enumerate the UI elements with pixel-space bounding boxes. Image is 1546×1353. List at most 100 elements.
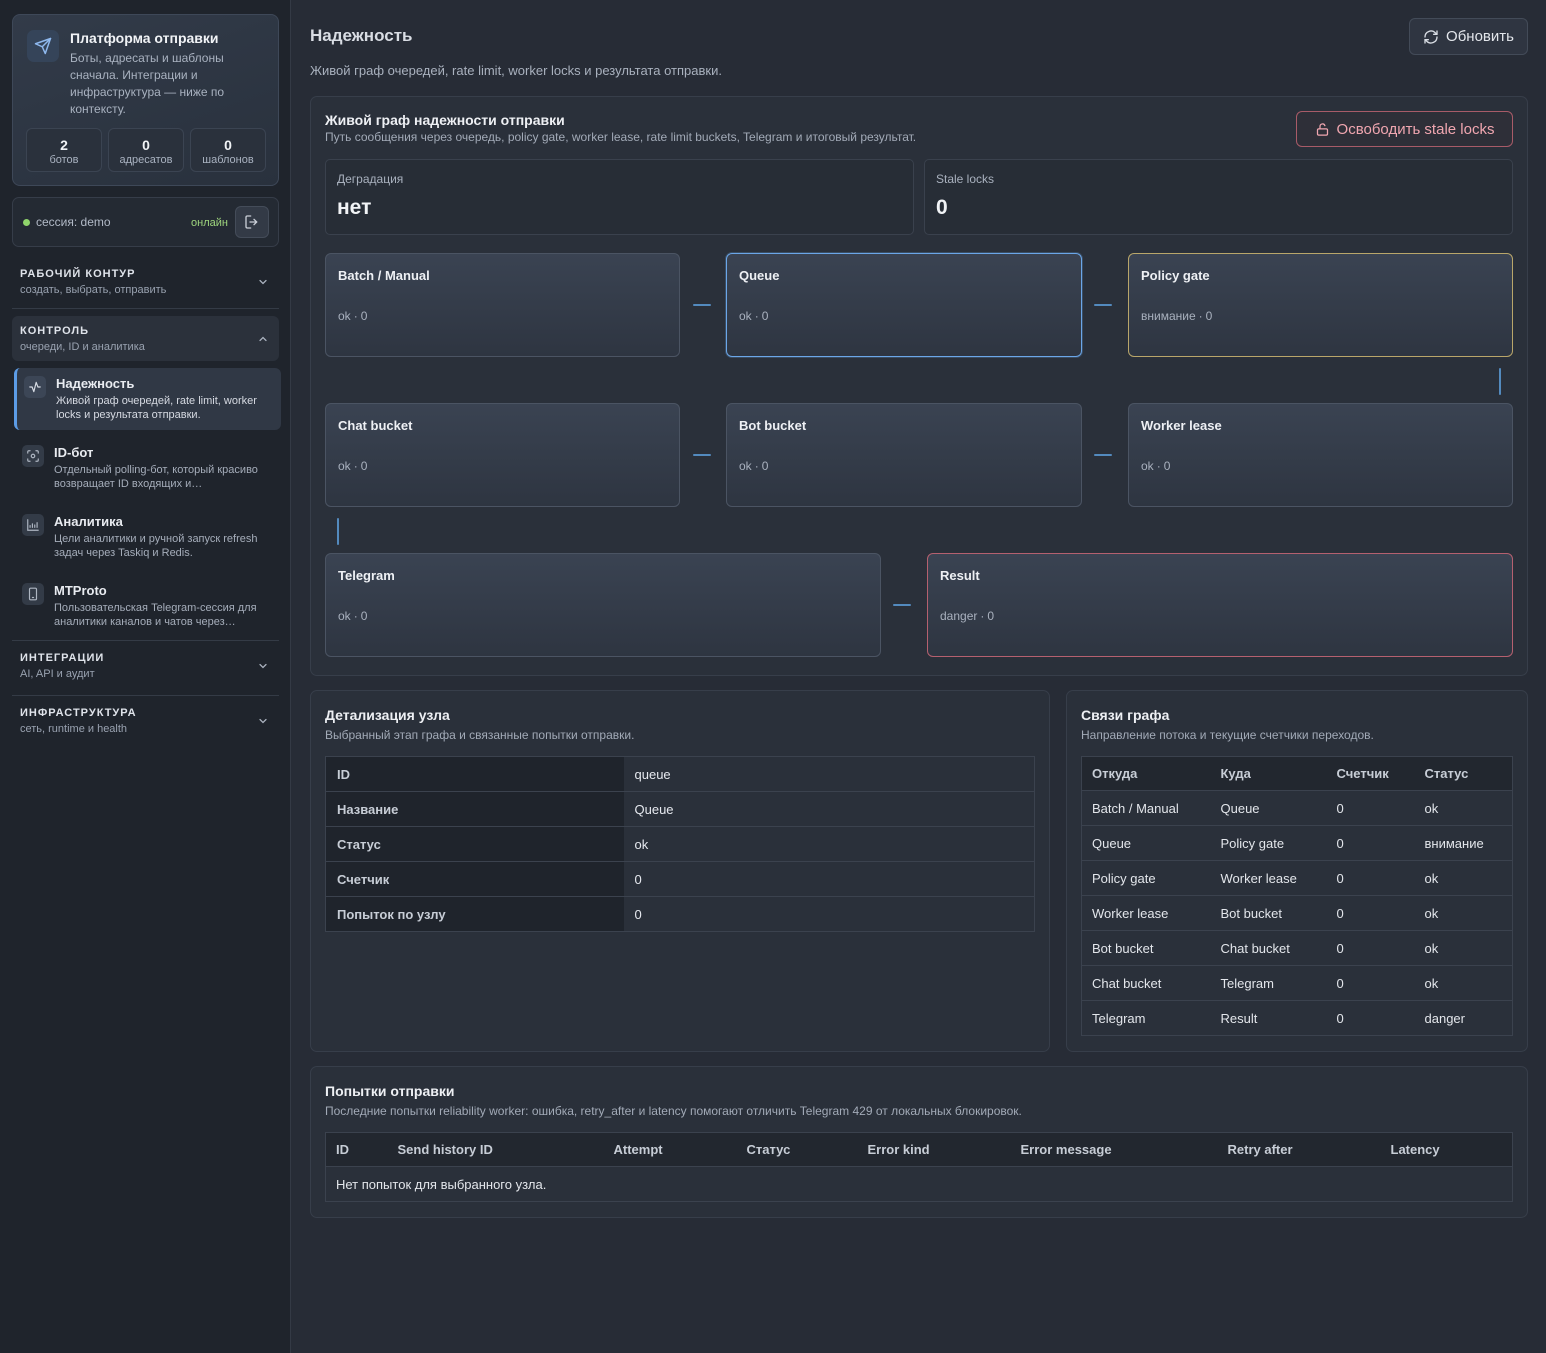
divider [12,640,279,641]
cell: ok [1414,965,1513,1001]
chart-icon [22,514,44,536]
nav-group-integrations[interactable]: ИНТЕГРАЦИИ AI, API и аудит [12,652,279,686]
sidebar-item-reliability[interactable]: Надежность Живой граф очередей, rate lim… [14,368,281,430]
node-detail-panel: Детализация узла Выбранный этап графа и … [310,690,1050,1052]
nav-group-workflow[interactable]: РАБОЧИЙ КОНТУР создать, выбрать, отправи… [12,268,279,302]
chevron-up-icon [259,336,267,342]
graph-node-batch[interactable]: Batch / Manual ok · 0 [325,253,680,357]
scan-icon [22,445,44,467]
table-header-row: Откуда Куда Счетчик Статус [1081,756,1513,791]
brand-description: Боты, адресаты и шаблоны сначала. Интегр… [70,51,225,116]
cell: Policy gate [1210,825,1327,861]
sidebar-item-mtproto[interactable]: MTProto Пользовательская Telegram-сессия… [14,575,281,637]
nav-group-title: КОНТРОЛЬ [20,325,90,337]
stat-templates[interactable]: 0 шаблонов [190,128,266,172]
node-title: Chat bucket [338,418,413,433]
stat-recipients[interactable]: 0 адресатов [108,128,184,172]
table-row: Chat bucket Telegram 0 ok [1081,965,1513,1001]
metric-degradation: Деградация нет [325,159,914,235]
stat-label: шаблонов [202,154,254,166]
table-row: Попыток по узлу 0 [325,896,1035,932]
table-row: Queue Policy gate 0 внимание [1081,825,1513,861]
graph-edge [1499,368,1501,395]
chevron-down-icon [259,718,267,724]
activity-icon [24,376,46,398]
graph-edge [693,454,711,456]
nav-group-control[interactable]: КОНТРОЛЬ очереди, ID и аналитика [12,316,279,361]
sidebar-item-title: ID-бот [54,445,94,460]
node-title: Telegram [338,568,395,583]
cell: Batch / Manual [1081,790,1211,826]
panel-title: Живой граф надежности отправки [325,112,565,128]
release-label: Освободить stale locks [1336,120,1495,138]
cell: 0 [1326,930,1415,966]
cell: ok [1414,895,1513,931]
brand-title: Платформа отправки [70,30,219,46]
table-row: Статус ok [325,826,1035,862]
stat-label: адресатов [119,154,173,166]
cell: Telegram [1210,965,1327,1001]
nav-group-title: ИНТЕГРАЦИИ [20,652,105,664]
graph-node-result[interactable]: Result danger · 0 [927,553,1513,657]
cell: Policy gate [1081,860,1211,896]
cell: Telegram [1092,1010,1146,1026]
column-header: Счетчик [1326,756,1415,791]
node-title: Bot bucket [739,418,807,433]
graph-node-chat-bucket[interactable]: Chat bucket ok · 0 [325,403,680,507]
cell: 0 [1326,790,1415,826]
column-header: ID [325,1132,388,1167]
attempts-table: ID Send history ID Attempt Статус Error … [325,1132,1513,1202]
graph-node-bot-bucket[interactable]: Bot bucket ok · 0 [726,403,1082,507]
logout-button[interactable] [235,206,269,238]
stat-bots[interactable]: 2 ботов [26,128,102,172]
refresh-label: Обновить [1446,28,1514,45]
brand-card: Платформа отправки Боты, адресаты и шабл… [12,14,279,186]
detail-key: Счетчик [325,861,624,897]
detail-value: ok [623,826,1035,862]
cell: 0 [1326,860,1415,896]
sidebar-item-analytics[interactable]: Аналитика Цели аналитики и ручной запуск… [14,506,281,568]
graph-node-telegram[interactable]: Telegram ok · 0 [325,553,881,657]
sidebar-item-id-bot[interactable]: ID-бот Отдельный polling-бот, который кр… [14,437,281,499]
release-stale-locks-button[interactable]: Освободить stale locks [1296,111,1513,147]
cell: Queue [1081,825,1211,861]
table-row: Нет попыток для выбранного узла. [326,1167,1513,1202]
metric-label: Stale locks [936,172,995,186]
chevron-down-icon [259,279,267,285]
detail-value: 0 [634,906,642,922]
table-row: Worker lease Bot bucket 0 ok [1081,895,1513,931]
cell: Queue [1210,790,1327,826]
page-title: Надежность [310,26,413,45]
cell: danger [1424,1010,1465,1026]
metric-value: нет [337,196,372,219]
panel-subtitle: Выбранный этап графа и связанные попытки… [325,728,635,742]
column-header: Статус [736,1132,858,1167]
graph-node-policy-gate[interactable]: Policy gate внимание · 0 [1128,253,1513,357]
node-status: ok · 0 [338,309,368,323]
divider [12,695,279,696]
nav-group-infrastructure[interactable]: ИНФРАСТРУКТУРА сеть, runtime и health [12,707,279,741]
stat-value: 2 [60,137,68,153]
phone-icon [22,583,44,605]
stat-value: 0 [224,137,232,153]
graph-edge [1094,454,1112,456]
nav-group-title: РАБОЧИЙ КОНТУР [20,268,136,280]
refresh-button[interactable]: Обновить [1409,18,1528,55]
graph-node-queue[interactable]: Queue ok · 0 [726,253,1082,357]
graph-node-worker-lease[interactable]: Worker lease ok · 0 [1128,403,1513,507]
detail-value: queue [623,756,1035,792]
table-row: Telegram Result 0 danger [1082,1001,1513,1036]
sidebar: Платформа отправки Боты, адресаты и шабл… [0,0,291,1353]
reliability-graph-panel: Живой граф надежности отправки Путь сооб… [310,96,1528,676]
sidebar-item-description: Живой граф очередей, rate limit, worker … [56,395,257,421]
cell: 0 [1326,825,1415,861]
column-header: Откуда [1081,756,1211,791]
panel-subtitle: Направление потока и текущие счетчики пе… [1081,728,1374,742]
metric-label: Деградация [337,172,404,186]
sidebar-item-title: Аналитика [54,514,123,529]
sidebar-item-description: Пользовательская Telegram-сессия для ана… [54,602,257,628]
divider [12,308,279,309]
nav-group-subtitle: создать, выбрать, отправить [20,284,167,296]
table-row: Batch / Manual Queue 0 ok [1081,790,1513,826]
column-header: Retry after [1217,1132,1381,1167]
